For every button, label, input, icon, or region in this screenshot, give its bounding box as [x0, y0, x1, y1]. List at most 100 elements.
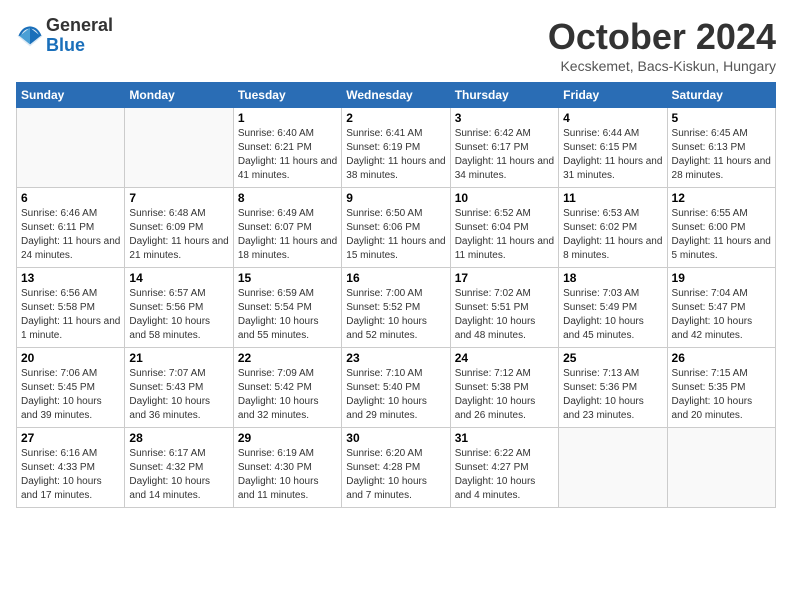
calendar-day-cell: 9 Sunrise: 6:50 AM Sunset: 6:06 PM Daylig…: [342, 188, 450, 268]
calendar-day-cell: 21 Sunrise: 7:07 AM Sunset: 5:43 PM Dayli…: [125, 348, 233, 428]
calendar-day-cell: 18Sunrise: 7:03 AM Sunset: 5:49 PM Dayli…: [559, 268, 667, 348]
calendar-day-cell: 3 Sunrise: 6:42 AM Sunset: 6:17 PM Daylig…: [450, 108, 558, 188]
calendar-day-cell: 31 Sunrise: 6:22 AM Sunset: 4:27 PM Dayli…: [450, 428, 558, 508]
day-of-week-header: Saturday: [667, 83, 775, 108]
day-number: 10: [455, 191, 554, 205]
day-info: Sunrise: 6:46 AM Sunset: 6:11 PM Dayligh…: [21, 207, 120, 263]
day-number: 12: [672, 191, 771, 205]
calendar-day-cell: 4Sunrise: 6:44 AM Sunset: 6:15 PM Daylig…: [559, 108, 667, 188]
logo: General Blue: [16, 16, 113, 56]
day-number: 17: [455, 271, 554, 285]
day-info: Sunrise: 7:10 AM Sunset: 5:40 PM Dayligh…: [346, 367, 445, 423]
calendar-day-cell: 13Sunrise: 6:56 AM Sunset: 5:58 PM Dayli…: [17, 268, 125, 348]
calendar-header-row: SundayMondayTuesdayWednesdayThursdayFrid…: [17, 83, 776, 108]
day-info: Sunrise: 7:13 AM Sunset: 5:36 PM Dayligh…: [563, 367, 662, 423]
day-info: Sunrise: 6:53 AM Sunset: 6:02 PM Dayligh…: [563, 207, 662, 263]
calendar-day-cell: 23Sunrise: 7:10 AM Sunset: 5:40 PM Dayli…: [342, 348, 450, 428]
day-info: Sunrise: 6:40 AM Sunset: 6:21 PM Dayligh…: [238, 127, 337, 183]
day-info: Sunrise: 7:00 AM Sunset: 5:52 PM Dayligh…: [346, 287, 445, 343]
location-subtitle: Kecskemet, Bacs-Kiskun, Hungary: [548, 58, 776, 74]
calendar-day-cell: 8Sunrise: 6:49 AM Sunset: 6:07 PM Daylig…: [233, 188, 341, 268]
logo-general: General: [46, 16, 113, 36]
calendar-week-row: 6 Sunrise: 6:46 AM Sunset: 6:11 PM Daylig…: [17, 188, 776, 268]
day-info: Sunrise: 6:22 AM Sunset: 4:27 PM Dayligh…: [455, 447, 554, 503]
day-number: 9: [346, 191, 445, 205]
day-number: 5: [672, 111, 771, 125]
day-number: 18: [563, 271, 662, 285]
day-number: 16: [346, 271, 445, 285]
day-number: 6: [21, 191, 120, 205]
day-number: 27: [21, 431, 120, 445]
calendar-day-cell: 16 Sunrise: 7:00 AM Sunset: 5:52 PM Dayli…: [342, 268, 450, 348]
calendar-day-cell: 22 Sunrise: 7:09 AM Sunset: 5:42 PM Dayli…: [233, 348, 341, 428]
calendar-day-cell: [667, 428, 775, 508]
day-of-week-header: Monday: [125, 83, 233, 108]
calendar-day-cell: [17, 108, 125, 188]
day-number: 21: [129, 351, 228, 365]
day-info: Sunrise: 6:17 AM Sunset: 4:32 PM Dayligh…: [129, 447, 228, 503]
day-number: 11: [563, 191, 662, 205]
calendar-day-cell: 6 Sunrise: 6:46 AM Sunset: 6:11 PM Daylig…: [17, 188, 125, 268]
title-area: October 2024 Kecskemet, Bacs-Kiskun, Hun…: [548, 16, 776, 74]
calendar-day-cell: 20 Sunrise: 7:06 AM Sunset: 5:45 PM Dayli…: [17, 348, 125, 428]
calendar-day-cell: 29Sunrise: 6:19 AM Sunset: 4:30 PM Dayli…: [233, 428, 341, 508]
day-number: 8: [238, 191, 337, 205]
calendar-day-cell: 25 Sunrise: 7:13 AM Sunset: 5:36 PM Dayli…: [559, 348, 667, 428]
logo-blue: Blue: [46, 36, 113, 56]
day-of-week-header: Tuesday: [233, 83, 341, 108]
calendar-day-cell: 27 Sunrise: 6:16 AM Sunset: 4:33 PM Dayli…: [17, 428, 125, 508]
calendar-week-row: 13Sunrise: 6:56 AM Sunset: 5:58 PM Dayli…: [17, 268, 776, 348]
day-of-week-header: Sunday: [17, 83, 125, 108]
day-number: 24: [455, 351, 554, 365]
page-header: General Blue October 2024 Kecskemet, Bac…: [16, 16, 776, 74]
day-number: 19: [672, 271, 771, 285]
day-info: Sunrise: 6:44 AM Sunset: 6:15 PM Dayligh…: [563, 127, 662, 183]
calendar-day-cell: 2Sunrise: 6:41 AM Sunset: 6:19 PM Daylig…: [342, 108, 450, 188]
day-number: 13: [21, 271, 120, 285]
day-info: Sunrise: 7:04 AM Sunset: 5:47 PM Dayligh…: [672, 287, 771, 343]
calendar-day-cell: 1 Sunrise: 6:40 AM Sunset: 6:21 PM Daylig…: [233, 108, 341, 188]
day-number: 26: [672, 351, 771, 365]
day-number: 22: [238, 351, 337, 365]
day-info: Sunrise: 6:52 AM Sunset: 6:04 PM Dayligh…: [455, 207, 554, 263]
day-number: 1: [238, 111, 337, 125]
day-number: 3: [455, 111, 554, 125]
day-info: Sunrise: 7:06 AM Sunset: 5:45 PM Dayligh…: [21, 367, 120, 423]
calendar-day-cell: [125, 108, 233, 188]
day-info: Sunrise: 6:57 AM Sunset: 5:56 PM Dayligh…: [129, 287, 228, 343]
calendar-day-cell: 17Sunrise: 7:02 AM Sunset: 5:51 PM Dayli…: [450, 268, 558, 348]
logo-icon: [16, 22, 44, 50]
calendar-week-row: 20 Sunrise: 7:06 AM Sunset: 5:45 PM Dayli…: [17, 348, 776, 428]
day-info: Sunrise: 6:45 AM Sunset: 6:13 PM Dayligh…: [672, 127, 771, 183]
day-number: 20: [21, 351, 120, 365]
day-number: 29: [238, 431, 337, 445]
day-info: Sunrise: 6:16 AM Sunset: 4:33 PM Dayligh…: [21, 447, 120, 503]
calendar-day-cell: 7Sunrise: 6:48 AM Sunset: 6:09 PM Daylig…: [125, 188, 233, 268]
calendar-day-cell: 30Sunrise: 6:20 AM Sunset: 4:28 PM Dayli…: [342, 428, 450, 508]
day-number: 7: [129, 191, 228, 205]
day-info: Sunrise: 6:42 AM Sunset: 6:17 PM Dayligh…: [455, 127, 554, 183]
day-number: 15: [238, 271, 337, 285]
calendar-day-cell: 10 Sunrise: 6:52 AM Sunset: 6:04 PM Dayli…: [450, 188, 558, 268]
calendar-week-row: 1 Sunrise: 6:40 AM Sunset: 6:21 PM Daylig…: [17, 108, 776, 188]
calendar-day-cell: 12Sunrise: 6:55 AM Sunset: 6:00 PM Dayli…: [667, 188, 775, 268]
calendar-day-cell: 26Sunrise: 7:15 AM Sunset: 5:35 PM Dayli…: [667, 348, 775, 428]
day-info: Sunrise: 7:07 AM Sunset: 5:43 PM Dayligh…: [129, 367, 228, 423]
month-title: October 2024: [548, 16, 776, 58]
logo-text: General Blue: [46, 16, 113, 56]
day-number: 25: [563, 351, 662, 365]
day-of-week-header: Thursday: [450, 83, 558, 108]
calendar-day-cell: 15Sunrise: 6:59 AM Sunset: 5:54 PM Dayli…: [233, 268, 341, 348]
day-number: 14: [129, 271, 228, 285]
day-number: 2: [346, 111, 445, 125]
day-info: Sunrise: 7:09 AM Sunset: 5:42 PM Dayligh…: [238, 367, 337, 423]
calendar-week-row: 27 Sunrise: 6:16 AM Sunset: 4:33 PM Dayli…: [17, 428, 776, 508]
day-info: Sunrise: 6:50 AM Sunset: 6:06 PM Dayligh…: [346, 207, 445, 263]
day-number: 30: [346, 431, 445, 445]
calendar-table: SundayMondayTuesdayWednesdayThursdayFrid…: [16, 82, 776, 508]
calendar-day-cell: 5 Sunrise: 6:45 AM Sunset: 6:13 PM Daylig…: [667, 108, 775, 188]
calendar-day-cell: 11 Sunrise: 6:53 AM Sunset: 6:02 PM Dayli…: [559, 188, 667, 268]
calendar-day-cell: 28Sunrise: 6:17 AM Sunset: 4:32 PM Dayli…: [125, 428, 233, 508]
calendar-day-cell: [559, 428, 667, 508]
day-number: 31: [455, 431, 554, 445]
